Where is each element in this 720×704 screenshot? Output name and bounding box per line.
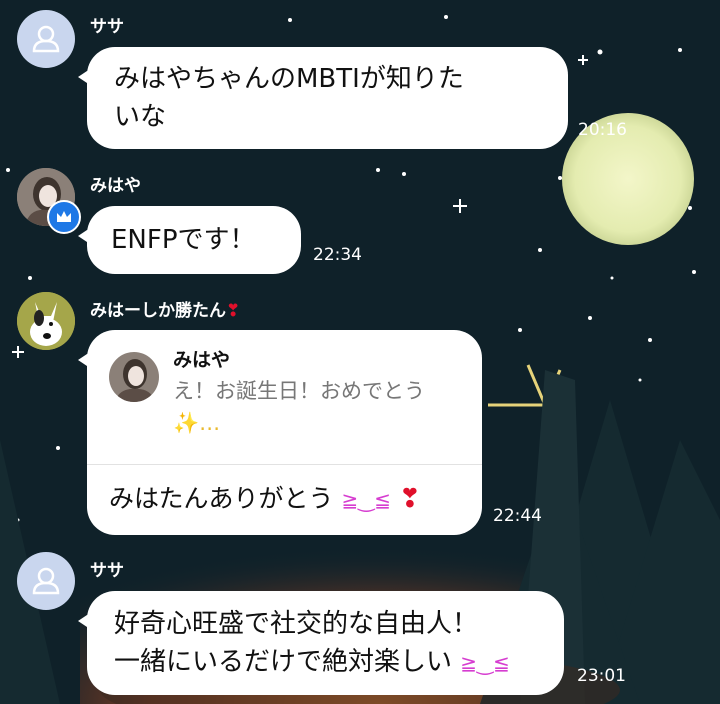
message-text-line: 好奇心旺盛で社交的な自由人！: [114, 609, 479, 639]
message-time: 22:44: [493, 506, 542, 526]
message-time: 23:01: [577, 666, 626, 686]
default-avatar-icon[interactable]: [17, 10, 75, 68]
message-time: 22:34: [313, 245, 362, 265]
quoted-user-avatar: [109, 352, 159, 402]
dog-avatar-icon[interactable]: [17, 292, 75, 350]
message-bubble[interactable]: 好奇心旺盛で社交的な自由人！ 一緒にいるだけで絶対楽しい ≧‿≦: [78, 591, 564, 695]
quoted-sender-name: みはや: [173, 349, 231, 371]
heart-emoji-icon: ❣: [226, 301, 241, 321]
heart-emoji-icon: ❣: [399, 484, 421, 514]
grinning-face-icon: ≧‿≦: [341, 488, 392, 512]
default-avatar-icon[interactable]: [17, 552, 75, 610]
message-bubble[interactable]: みはや え！お誕生日！おめでとう ✨… みはたんありがとう ≧‿≦ ❣: [78, 330, 482, 535]
message-text: みはたんありがとう ≧‿≦ ❣: [109, 484, 421, 514]
message-text-line: 一緒にいるだけで絶対楽しい ≧‿≦: [114, 647, 510, 677]
reply-divider: [87, 464, 482, 465]
sender-name: ササ: [90, 17, 124, 37]
sparkles-emoji-icon: ✨…: [173, 411, 221, 435]
message-time: 20:16: [578, 120, 627, 140]
message-text-line: ENFPです！: [111, 225, 256, 255]
sender-name: みはーしか勝たん❣: [90, 301, 241, 321]
message-bubble[interactable]: ENFPです！: [78, 206, 301, 274]
message-text-line: いな: [114, 102, 167, 132]
message-text-line: みはやちゃんのMBTIが知りた: [114, 64, 464, 94]
grinning-face-icon: ≧‿≦: [460, 651, 510, 675]
sender-name: みはや: [90, 176, 141, 196]
sender-name: ササ: [90, 561, 124, 581]
message-bubble[interactable]: みはやちゃんのMBTIが知りた いな: [78, 47, 568, 149]
crown-badge-icon: [47, 200, 81, 234]
quoted-message-text: え！お誕生日！おめでとう ✨…: [173, 379, 425, 435]
